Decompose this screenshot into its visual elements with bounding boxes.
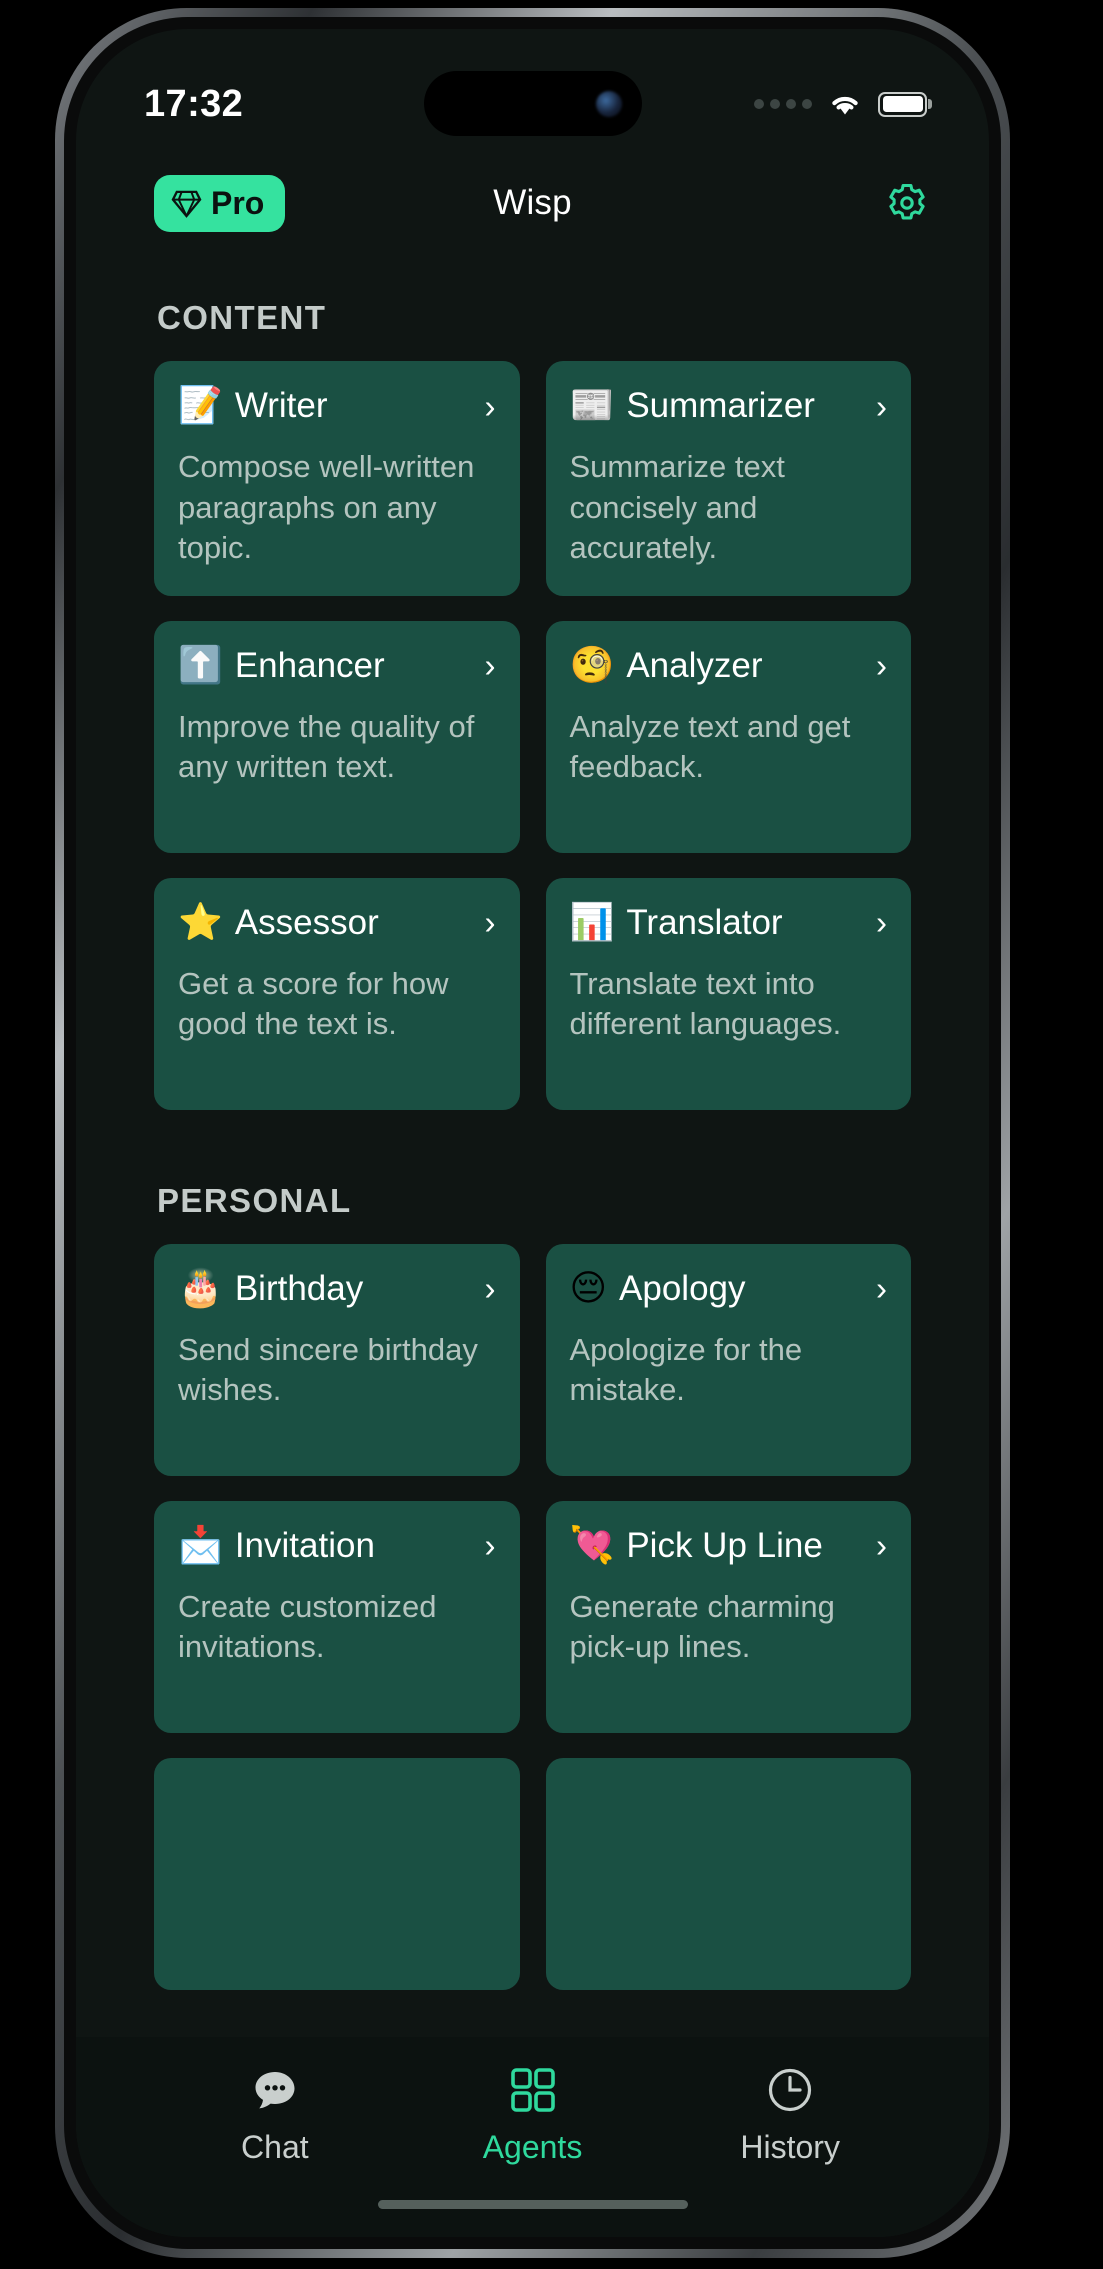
page-title: Wisp	[493, 183, 572, 222]
agent-card-description: Create customized invitations.	[178, 1588, 437, 1665]
agent-grid-personal: 🎂 Birthday › Send sincere birthday wishe…	[154, 1243, 911, 1990]
chevron-right-icon: ›	[876, 904, 887, 942]
app-header: Pro Wisp	[76, 157, 989, 249]
clock-icon	[769, 2068, 812, 2112]
agent-card-title: Assessor	[234, 902, 379, 942]
section-header-content: CONTENT	[157, 299, 327, 336]
agent-card-invitation[interactable]: 📩 Invitation › Create customized invitat…	[154, 1500, 520, 1733]
agent-card-description: Analyze text and get feedback.	[569, 708, 851, 785]
diamond-icon	[171, 190, 202, 218]
agent-card-title: Translator	[626, 902, 783, 942]
chevron-right-icon: ›	[484, 1270, 496, 1308]
battery-full-icon	[878, 91, 927, 117]
chevron-right-icon: ›	[876, 1527, 887, 1565]
tab-agents[interactable]: Agents	[404, 2065, 662, 2166]
agent-card-description: Get a score for how good the text is.	[178, 965, 449, 1042]
chevron-right-icon: ›	[484, 904, 496, 942]
agent-card-writer[interactable]: 📝 Writer › Compose well-written paragrap…	[154, 361, 520, 596]
chevron-right-icon: ›	[484, 647, 496, 685]
status-bar: 17:32	[76, 29, 989, 157]
home-indicator[interactable]	[377, 2200, 688, 2209]
agent-card-title: Birthday	[234, 1268, 364, 1308]
agent-card-partial-left[interactable]	[154, 1757, 520, 1990]
agent-card-description: Translate text into different languages.	[569, 965, 842, 1042]
agent-card-title: Apology	[619, 1268, 746, 1308]
pro-badge-label: Pro	[211, 184, 265, 221]
chevron-right-icon: ›	[876, 647, 887, 685]
tab-label: Agents	[482, 2129, 583, 2165]
front-camera-icon	[595, 90, 622, 117]
up-arrow-icon: ⬆️	[178, 644, 223, 686]
bar-chart-icon: 📊	[569, 901, 615, 943]
wifi-icon	[832, 96, 858, 115]
agent-card-birthday[interactable]: 🎂 Birthday › Send sincere birthday wishe…	[154, 1243, 520, 1476]
chevron-right-icon: ›	[484, 387, 496, 425]
agent-card-partial-right[interactable]	[545, 1757, 911, 1990]
agent-card-title: Invitation	[234, 1525, 375, 1565]
agent-card-title: Pick Up Line	[626, 1525, 823, 1565]
agent-card-description: Apologize for the mistake.	[569, 1331, 803, 1408]
newspaper-icon: 📰	[569, 385, 615, 426]
tab-history[interactable]: History	[661, 2065, 919, 2166]
status-indicators	[754, 91, 927, 117]
status-clock: 17:32	[144, 82, 244, 125]
agent-card-description: Compose well-written paragraphs on any t…	[178, 449, 475, 566]
dynamic-island	[423, 71, 642, 136]
star-icon: ⭐	[178, 901, 223, 943]
agent-card-translator[interactable]: 📊 Translator › Translate text into diffe…	[545, 877, 911, 1110]
envelope-icon: 📩	[178, 1524, 223, 1566]
settings-button[interactable]	[885, 181, 929, 225]
agent-card-summarizer[interactable]: 📰 Summarizer › Summarize text concisely …	[545, 361, 911, 596]
signal-dots-icon	[754, 99, 812, 109]
agent-card-apology[interactable]: 😔 Apology › Apologize for the mistake.	[545, 1243, 911, 1476]
agent-card-title: Analyzer	[626, 645, 763, 685]
agent-card-description: Send sincere birthday wishes.	[178, 1331, 478, 1408]
agents-scroll-area[interactable]: CONTENT 📝 Writer › Compose well-written …	[76, 249, 989, 2019]
pensive-face-icon: 😔	[569, 1267, 608, 1309]
agent-card-pick-up-line[interactable]: 💘 Pick Up Line › Generate charming pick-…	[545, 1500, 911, 1733]
chat-bubble-icon	[255, 2072, 295, 2109]
agent-card-description: Summarize text concisely and accurately.	[569, 449, 785, 566]
section-header-personal: PERSONAL	[157, 1181, 352, 1219]
chevron-right-icon: ›	[876, 1270, 887, 1308]
memo-icon: 📝	[178, 385, 223, 426]
agent-card-assessor[interactable]: ⭐ Assessor › Get a score for how good th…	[154, 877, 520, 1110]
agent-card-title: Writer	[234, 386, 328, 425]
agent-card-enhancer[interactable]: ⬆️ Enhancer › Improve the quality of any…	[154, 620, 520, 853]
phone-frame: 17:32 Pro Wisp CONTENT 📝 Writer › Compos…	[55, 8, 1010, 2258]
agent-card-title: Summarizer	[626, 386, 815, 425]
chevron-right-icon: ›	[484, 1527, 496, 1565]
tab-label: Chat	[241, 2129, 309, 2165]
agent-card-description: Improve the quality of any written text.	[178, 708, 475, 785]
agent-card-description: Generate charming pick-up lines.	[569, 1588, 835, 1665]
gear-icon	[889, 183, 925, 220]
tab-chat[interactable]: Chat	[146, 2065, 404, 2166]
monocle-face-icon: 🧐	[569, 644, 615, 686]
phone-screen: 17:32 Pro Wisp CONTENT 📝 Writer › Compos…	[76, 29, 989, 2237]
heart-arrow-icon: 💘	[569, 1524, 615, 1566]
pro-badge-button[interactable]: Pro	[154, 174, 286, 232]
agent-card-title: Enhancer	[234, 645, 385, 685]
chevron-right-icon: ›	[876, 387, 887, 425]
birthday-cake-icon: 🎂	[178, 1267, 223, 1309]
grid-icon	[510, 2068, 555, 2112]
agent-card-analyzer[interactable]: 🧐 Analyzer › Analyze text and get feedba…	[545, 620, 911, 853]
phone-bezel: 17:32 Pro Wisp CONTENT 📝 Writer › Compos…	[64, 17, 1001, 2249]
agent-grid-content: 📝 Writer › Compose well-written paragrap…	[154, 361, 911, 1110]
tab-label: History	[740, 2129, 840, 2165]
